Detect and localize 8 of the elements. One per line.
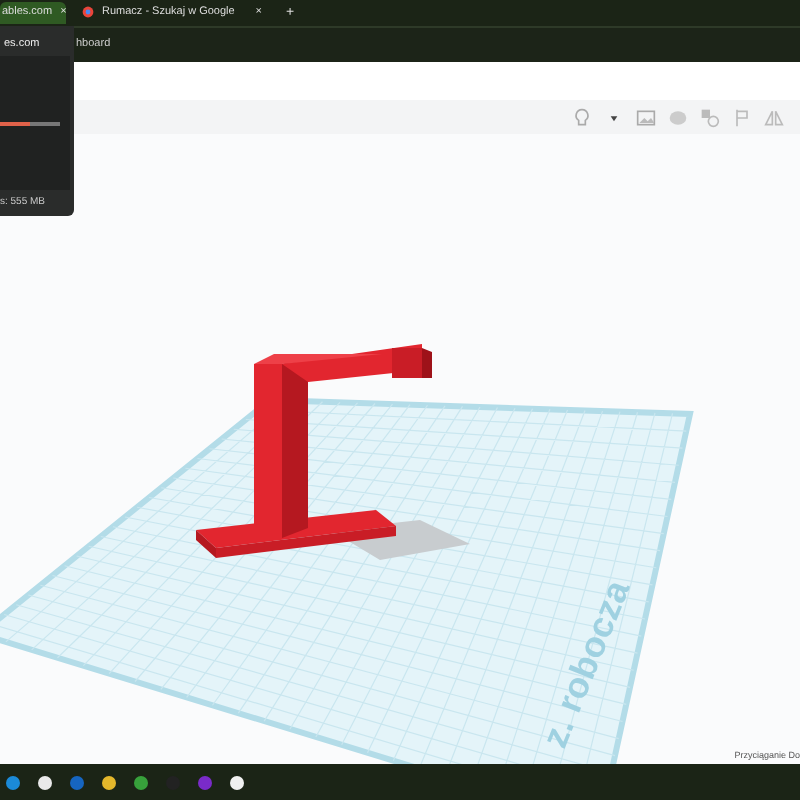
taskbar-app-icon[interactable]	[38, 775, 52, 790]
shapes-icon[interactable]	[700, 107, 720, 128]
mirror-icon[interactable]	[764, 107, 784, 128]
taskbar-app-icon[interactable]	[102, 775, 116, 790]
taskbar-app-icon[interactable]	[230, 775, 244, 790]
lightbulb-icon[interactable]	[572, 107, 592, 128]
image-icon[interactable]	[636, 107, 656, 128]
flag-icon[interactable]	[732, 107, 752, 128]
